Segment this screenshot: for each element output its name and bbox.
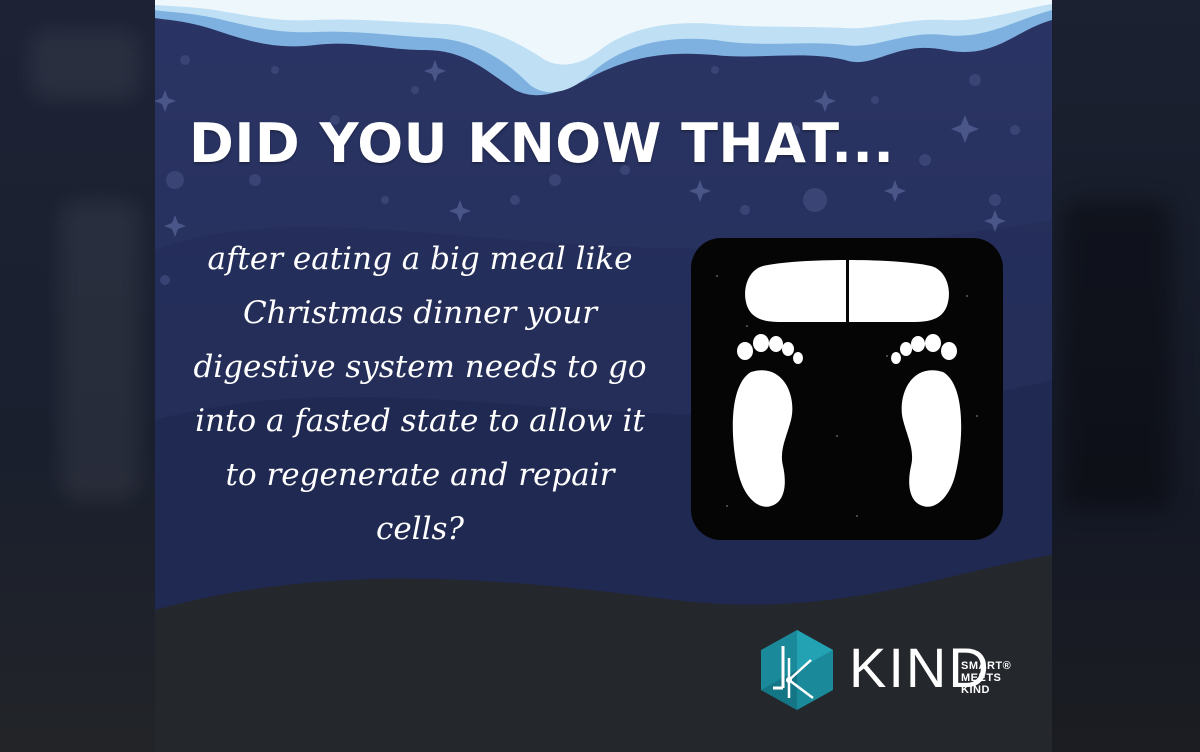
fact-line: to regenerate and repair (225, 457, 615, 493)
infographic-card: DID YOU KNOW THAT... after eating a big … (155, 0, 1052, 752)
bathroom-scale-icon (687, 236, 1007, 542)
blurred-left-border (0, 0, 155, 752)
headline: DID YOU KNOW THAT... (189, 112, 895, 175)
fact-line: digestive system needs to go (193, 349, 647, 385)
fact-line: into a fasted state to allow it (195, 403, 645, 439)
kind-logo: KIND SMART® MEETS KIND (755, 630, 1045, 710)
kind-hexagon-logo-icon (761, 630, 833, 710)
tagline-line: SMART® (961, 660, 1012, 672)
fact-line: Christmas dinner your (242, 295, 598, 331)
fact-line: cells? (375, 511, 465, 547)
blurred-right-border (1052, 0, 1200, 752)
fact-text: after eating a big meal like Christmas d… (185, 232, 655, 556)
logo-tagline: SMART® MEETS KIND (961, 660, 1011, 696)
tagline-line: MEETS (961, 672, 1002, 684)
fact-line: after eating a big meal like (207, 241, 633, 277)
tagline-line: KIND (961, 684, 990, 696)
